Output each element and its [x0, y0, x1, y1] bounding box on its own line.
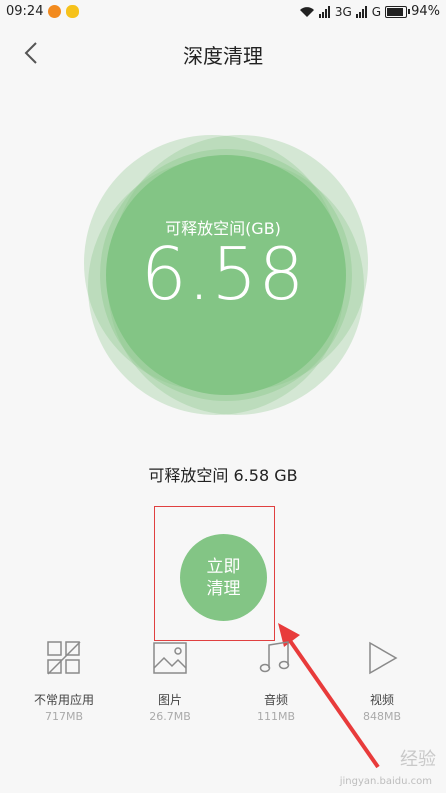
status-time: 09:24: [6, 4, 44, 19]
clean-now-button[interactable]: 立即清理: [180, 534, 267, 621]
network-type-label-2: G: [371, 4, 382, 19]
signal-icon-2: [355, 5, 367, 18]
category-audio[interactable]: 音频 111MB: [226, 640, 326, 723]
category-name: 视频: [369, 693, 394, 707]
image-icon: [153, 642, 187, 674]
chat-notification-icon: [66, 5, 79, 18]
battery-fill: [387, 7, 404, 16]
app-notification-icon: [48, 5, 61, 18]
category-size: 717MB: [44, 710, 84, 723]
watermark-text: 经验: [400, 749, 436, 770]
wifi-icon: [299, 6, 314, 17]
music-icon: [259, 641, 290, 673]
category-video[interactable]: 视频 848MB: [332, 640, 432, 723]
clean-now-label: 立即清理: [206, 556, 241, 599]
battery-percent: 94%: [411, 4, 440, 19]
free-space-value: 6.58: [140, 232, 306, 316]
category-images[interactable]: 图片 26.7MB: [120, 640, 220, 723]
category-size: 26.7MB: [149, 710, 191, 723]
status-indicators: 3G G 94%: [299, 4, 440, 19]
status-bar: 09:24 3G G 94%: [0, 0, 446, 24]
category-name: 图片: [157, 693, 182, 707]
free-space-summary: 可释放空间 6.58 GB: [148, 466, 298, 485]
category-uncommon-apps[interactable]: 不常用应用 717MB: [14, 640, 114, 723]
category-name: 音频: [263, 693, 288, 707]
page-title: 深度清理: [183, 44, 263, 68]
signal-icon: [318, 5, 330, 18]
apps-icon: [47, 641, 81, 675]
category-size: 111MB: [256, 710, 296, 723]
network-type-label: 3G: [334, 4, 352, 19]
category-name: 不常用应用: [33, 693, 94, 707]
battery-icon: [385, 5, 411, 18]
watermark-url: jingyan.baidu.com: [339, 776, 432, 787]
category-size: 848MB: [362, 710, 402, 723]
play-icon: [369, 641, 398, 675]
